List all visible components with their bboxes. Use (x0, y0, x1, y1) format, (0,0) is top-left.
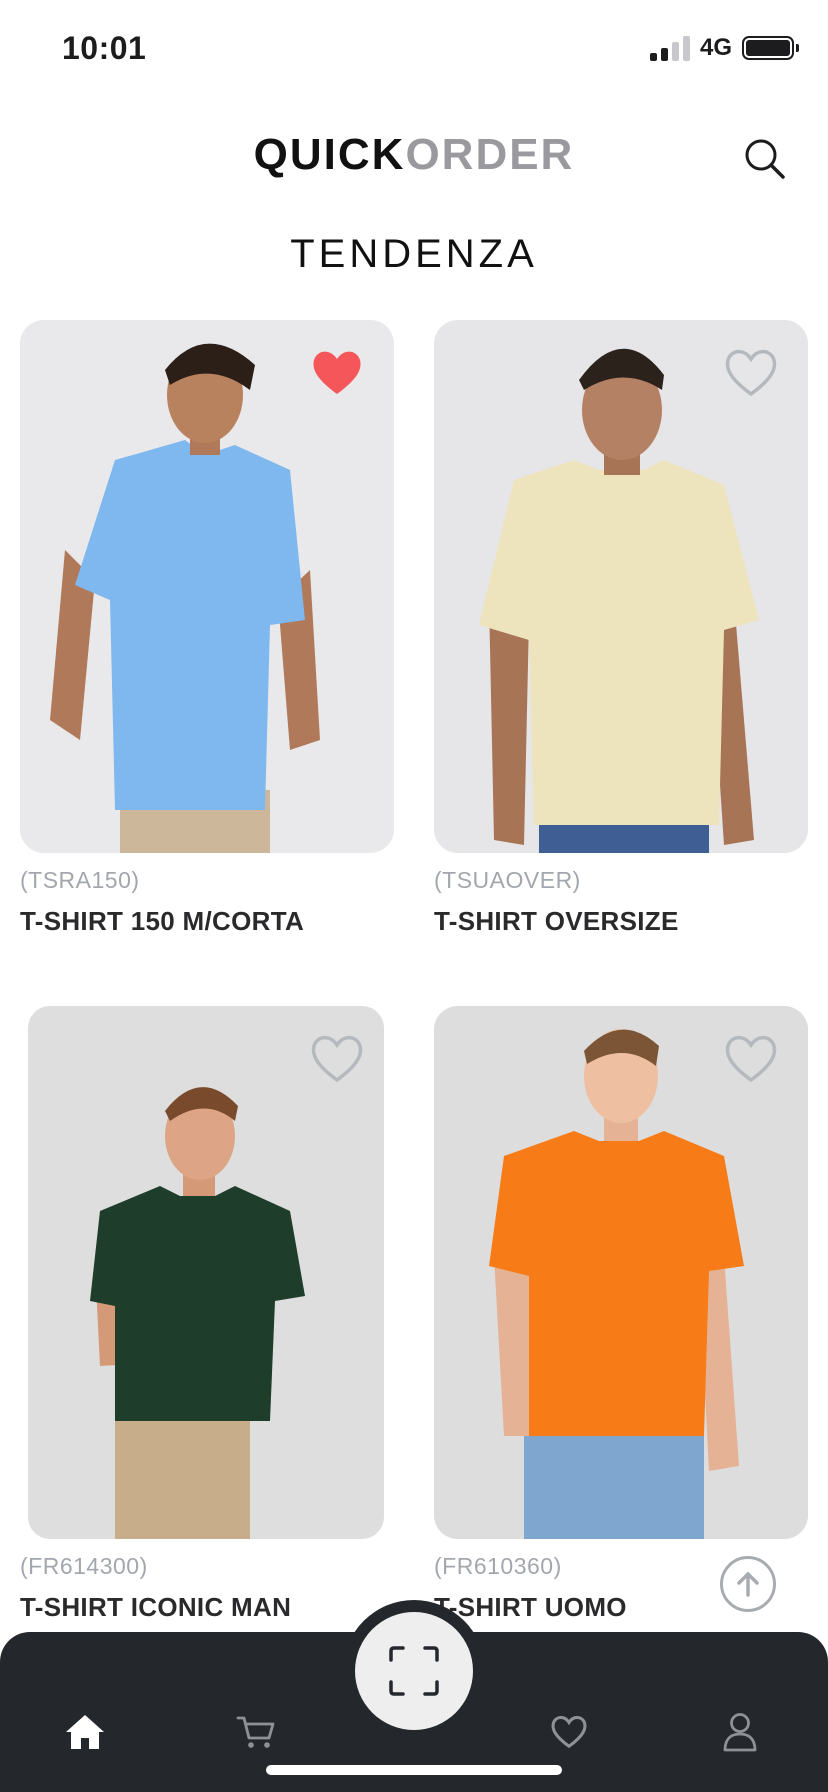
scroll-top-button[interactable] (720, 1556, 776, 1612)
product-image[interactable] (20, 320, 394, 853)
product-image[interactable] (20, 1006, 394, 1539)
search-icon (745, 139, 785, 179)
product-code: (FR614300) (20, 1553, 148, 1579)
tab-home[interactable] (55, 1702, 115, 1762)
heart-icon (551, 1715, 587, 1749)
model-photo (434, 1006, 808, 1539)
heart-filled-icon (313, 351, 361, 394)
favorite-button[interactable] (310, 1034, 364, 1084)
battery-icon (742, 36, 799, 60)
home-indicator (266, 1765, 562, 1775)
product-card[interactable]: (FR614300) T-SHIRT ICONIC MAN (20, 1006, 394, 1623)
heart-outline-icon (311, 1035, 363, 1083)
product-name[interactable]: T-SHIRT OVERSIZE (434, 906, 808, 937)
product-code: (TSUAOVER) (434, 867, 581, 893)
scan-button[interactable] (343, 1600, 485, 1742)
scan-button-inner[interactable] (355, 1612, 473, 1730)
signal-icon (649, 35, 690, 61)
product-image[interactable] (434, 320, 808, 853)
favorite-button[interactable] (724, 1034, 778, 1084)
product-card[interactable]: (TSRA150) T-SHIRT 150 M/CORTA (20, 320, 394, 937)
favorite-button[interactable] (310, 348, 364, 398)
home-icon (66, 1715, 104, 1749)
tab-cart[interactable] (226, 1702, 286, 1762)
logo-part-quick: QUICK (253, 130, 406, 179)
scan-icon (389, 1646, 439, 1696)
logo-part-order: ORDER (405, 130, 575, 179)
arrow-up-icon (737, 1572, 759, 1597)
product-card[interactable]: (FR610360) T-SHIRT UOMO (434, 1006, 808, 1623)
product-name[interactable]: T-SHIRT 150 M/CORTA (20, 906, 394, 937)
heart-outline-icon (725, 1035, 777, 1083)
status-time: 10:01 (62, 30, 147, 66)
product-image[interactable] (434, 1006, 808, 1539)
status-bar: 10:01 4G (0, 0, 828, 100)
model-photo (28, 1006, 384, 1539)
section-title: TENDENZA (290, 232, 538, 276)
tab-favorites[interactable] (539, 1702, 599, 1762)
product-card[interactable]: (TSUAOVER) T-SHIRT OVERSIZE (434, 320, 808, 937)
tab-profile[interactable] (710, 1702, 770, 1762)
status-indicators: 4G (649, 34, 799, 62)
product-code: (TSRA150) (20, 867, 140, 893)
cart-icon (236, 1716, 275, 1748)
network-type: 4G (699, 34, 732, 61)
heart-outline-icon (725, 349, 777, 397)
search-button[interactable] (742, 136, 788, 182)
app-header: QUICKORDER (0, 120, 828, 190)
user-icon (723, 1713, 757, 1752)
product-name[interactable]: T-SHIRT ICONIC MAN (20, 1592, 394, 1623)
app-logo: QUICKORDER (0, 130, 828, 180)
model-photo (20, 320, 394, 853)
model-photo (434, 320, 808, 853)
favorite-button[interactable] (724, 348, 778, 398)
